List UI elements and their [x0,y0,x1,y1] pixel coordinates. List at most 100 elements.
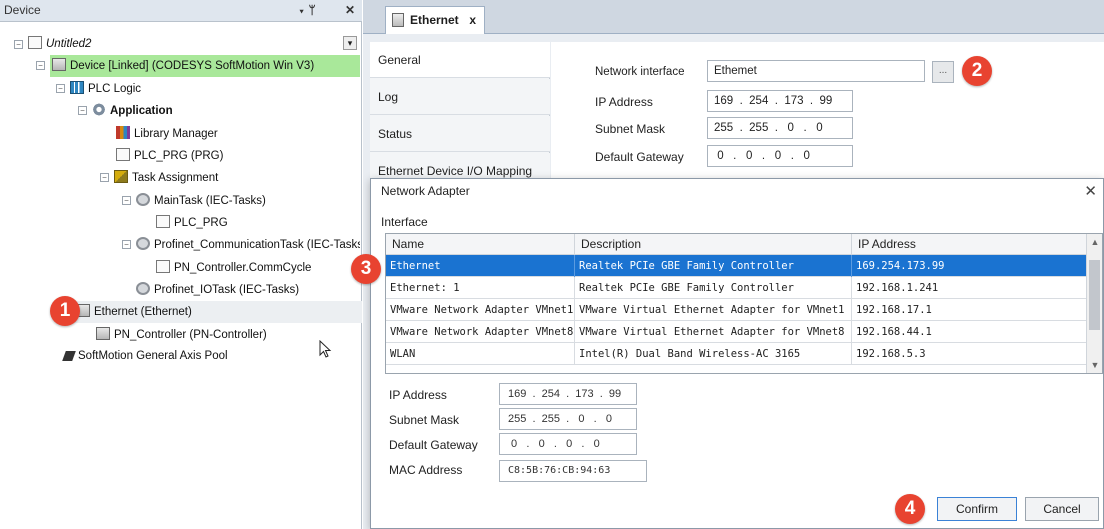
table-scrollbar[interactable]: ▲ ▼ [1086,234,1102,373]
network-interface-field[interactable]: Ethemet [707,60,925,82]
tab-ethernet[interactable]: Ethernet x [385,6,485,34]
device-icon [52,58,66,71]
cell-ip: 192.168.17.1 [856,304,932,316]
side-tab-status[interactable]: Status [370,116,550,152]
annotation-badge-3: 3 [351,254,381,284]
tree-item-ethernet[interactable]: Ethernet (Ethernet) [76,302,192,322]
detail-mac-label: MAC Address [389,463,463,477]
subnet-mask-field[interactable]: 255 . 255 . 0 . 0 [707,117,853,139]
cell-description: Realtek PCIe GBE Family Controller [575,277,852,299]
detail-subnet-field: 255 . 255 . 0 . 0 [499,408,637,430]
expander-icon[interactable]: − [78,106,87,115]
default-gateway-label: Default Gateway [595,150,684,164]
tree-item-pn-commcycle[interactable]: PN_Controller.CommCycle [156,258,311,278]
annotation-badge-2: 2 [962,56,992,86]
application-gear-icon [92,103,106,116]
side-tab-general[interactable]: General [370,42,550,78]
cell-ip: 192.168.5.3 [856,348,926,360]
browse-interface-button[interactable]: ... [932,61,954,83]
tree-item-project[interactable]: Untitled2 [28,34,91,54]
axis-pool-icon [62,351,76,361]
device-pane-header: Device ▾ ᛘ ✕ [0,0,362,22]
device-tree-pane: Device ▾ ᛘ ✕ ▾ − Untitled2 − Device [Lin… [0,0,362,529]
interface-table: Name Description IP Address Ethernet Rea… [385,233,1103,374]
tree-item-pn-controller[interactable]: PN_Controller (PN-Controller) [96,325,267,345]
general-config-panel: Network interface Ethemet ... IP Address… [551,42,1104,182]
task-icon [136,237,150,250]
table-row[interactable]: Ethernet: 1 Realtek PCIe GBE Family Cont… [386,277,1087,299]
mouse-cursor-icon [319,340,332,358]
cell-description: VMware Virtual Ethernet Adapter for VMne… [575,299,852,321]
network-interface-label: Network interface [595,66,685,78]
close-pane-icon[interactable]: ✕ [345,3,355,17]
task-icon [136,193,150,206]
expander-icon[interactable]: − [122,196,131,205]
expander-icon[interactable]: − [36,61,45,70]
tree-item-plc-prg-call[interactable]: PLC_PRG [156,213,228,233]
ethernet-tab-icon [392,13,404,27]
scroll-thumb[interactable] [1089,260,1100,330]
scroll-down-icon[interactable]: ▼ [1087,357,1102,373]
expander-icon[interactable]: − [14,40,23,49]
tree-item-axis-pool[interactable]: SoftMotion General Axis Pool [62,346,228,366]
confirm-button[interactable]: Confirm [937,497,1017,521]
tree-item-profinet-commtask[interactable]: Profinet_CommunicationTask (IEC-Tasks) [136,235,360,255]
tree-item-maintask[interactable]: MainTask (IEC-Tasks) [136,191,266,211]
task-config-icon [114,170,128,183]
dialog-title: Network Adapter [381,184,470,198]
cell-ip: 169.254.173.99 [856,260,945,272]
task-icon [136,282,150,295]
pin-icon[interactable]: ▾ ᛘ [298,3,316,17]
pn-controller-icon [96,327,110,340]
detail-ip-field: 169 . 254 . 173 . 99 [499,383,637,405]
detail-subnet-label: Subnet Mask [389,413,460,427]
program-call-icon [156,260,170,273]
tree-dropdown-icon[interactable]: ▾ [343,36,357,50]
cell-name: Ethernet [386,255,575,277]
table-row[interactable]: VMware Network Adapter VMnet8 VMware Vir… [386,321,1087,343]
program-call-icon [156,215,170,228]
table-row[interactable]: WLAN Intel(R) Dual Band Wireless-AC 3165… [386,343,1087,365]
cell-description: Realtek PCIe GBE Family Controller [575,255,852,277]
default-gateway-field[interactable]: 0 . 0 . 0 . 0 [707,145,853,167]
tree-item-task-assignment[interactable]: Task Assignment [114,168,218,188]
column-header-description[interactable]: Description [575,234,852,255]
table-row[interactable]: Ethernet Realtek PCIe GBE Family Control… [386,255,1087,277]
expander-icon[interactable]: − [56,84,65,93]
expander-icon[interactable]: − [100,173,109,182]
tab-close-icon[interactable]: x [469,7,476,33]
cell-ip: 192.168.1.241 [856,282,939,294]
tree-item-application[interactable]: Application [92,101,173,121]
interface-label: Interface [381,215,428,229]
table-row[interactable]: VMware Network Adapter VMnet1 VMware Vir… [386,299,1087,321]
tree-item-library-manager[interactable]: Library Manager [116,124,218,144]
plc-logic-icon [70,81,84,94]
tree-item-plc-prg[interactable]: PLC_PRG (PRG) [116,146,223,166]
tree-item-plc-logic[interactable]: PLC Logic [70,79,141,99]
cell-name: WLAN [386,343,575,365]
device-pane-title: Device [4,3,41,17]
project-icon [28,36,42,49]
annotation-badge-4: 4 [895,494,925,524]
cell-name: VMware Network Adapter VMnet8 [386,321,575,343]
cell-name: VMware Network Adapter VMnet1 [386,299,575,321]
library-icon [116,126,130,139]
detail-gateway-label: Default Gateway [389,438,478,452]
cell-description: Intel(R) Dual Band Wireless-AC 3165 [575,343,852,365]
cancel-button[interactable]: Cancel [1025,497,1099,521]
cell-ip: 192.168.44.1 [856,326,932,338]
tree-item-profinet-iotask[interactable]: Profinet_IOTask (IEC-Tasks) [136,280,299,300]
column-header-ip[interactable]: IP Address [852,234,1087,255]
network-adapter-dialog: Network Adapter ✕ Interface Name Descrip… [351,178,1104,529]
dialog-close-icon[interactable]: ✕ [1084,182,1097,200]
detail-mac-field: C8:5B:76:CB:94:63 [499,460,647,482]
detail-ip-label: IP Address [389,388,447,402]
ip-address-field[interactable]: 169 . 254 . 173 . 99 [707,90,853,112]
scroll-up-icon[interactable]: ▲ [1087,234,1102,250]
detail-gateway-field: 0 . 0 . 0 . 0 [499,433,637,455]
side-tab-log[interactable]: Log [370,79,550,115]
tree-item-device[interactable]: Device [Linked] (CODESYS SoftMotion Win … [52,56,314,76]
expander-icon[interactable]: − [122,240,131,249]
editor-tabstrip: Ethernet x [363,0,1104,34]
column-header-name[interactable]: Name [386,234,575,255]
